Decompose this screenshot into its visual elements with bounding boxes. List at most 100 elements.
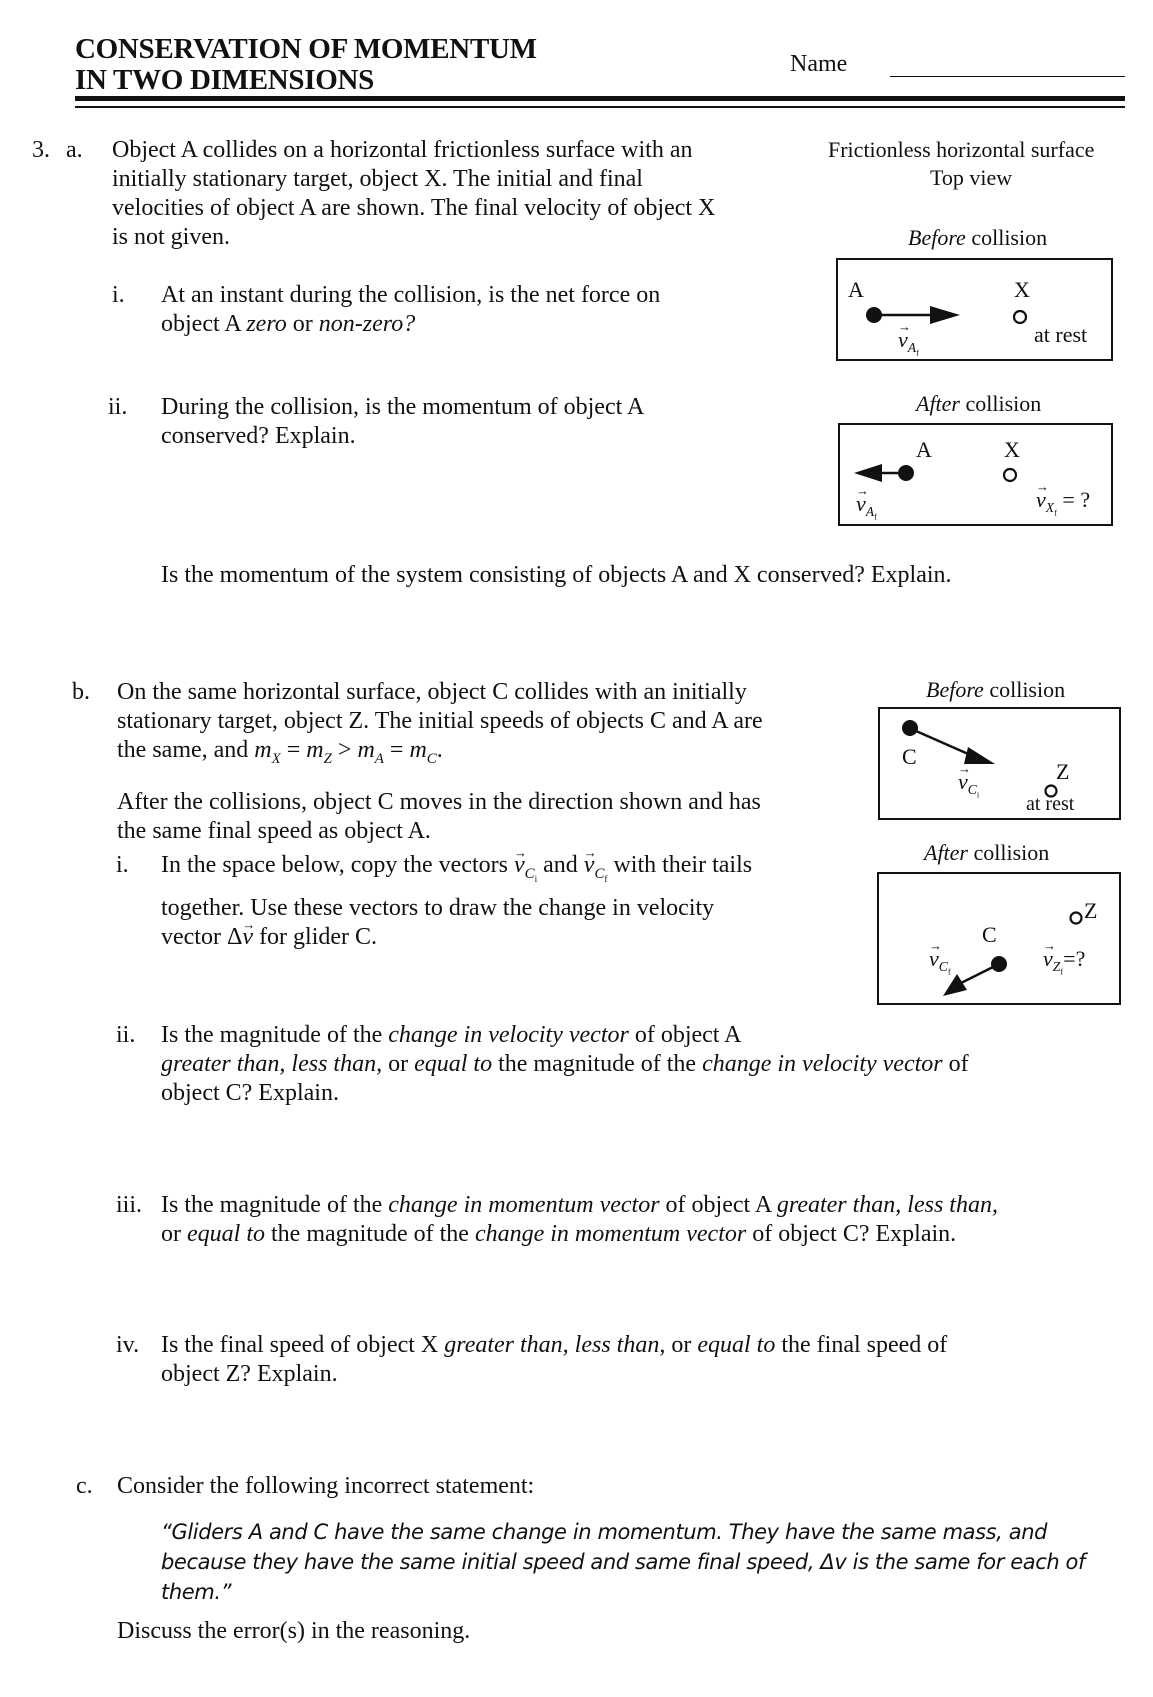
text-italic: zero [246,311,287,337]
text: > [331,737,358,763]
subscript: C [426,750,437,767]
text: vector Δ [161,923,243,950]
part-c-prompt: Discuss the error(s) in the reasoning. [117,1618,471,1644]
text-italic: equal to [414,1051,493,1077]
subscript: Z [323,750,332,767]
object-a-label: A [848,277,864,302]
quote-line: because they have the same initial speed… [161,1550,1086,1574]
velocity-label-c-initial: vCi [958,756,979,808]
text-italic: non-zero? [318,311,416,337]
after-collision-label-b: After collision [924,840,1049,866]
text: collision [983,677,1066,702]
subscript: C [967,782,977,798]
object-c-label: C [902,744,917,769]
question-b-iv-label: iv. [116,1332,140,1358]
part-c-intro: Consider the following incorrect stateme… [117,1473,535,1499]
mass-symbol: m [357,737,375,763]
worksheet-title-line1: CONSERVATION OF MOMENTUM [75,33,537,65]
name-field-line[interactable] [890,76,1125,77]
subscript: C [594,865,605,882]
text-italic: greater than, less than, [444,1332,666,1358]
object-x-circle [1012,309,1028,325]
velocity-arrow-head [930,306,960,324]
question-b-i-label: i. [116,852,129,878]
text: with their tails [607,852,753,878]
part-b-line: stationary target, object Z. The initial… [117,708,763,734]
part-b-line-mass: the same, and mX = mZ > mA = mC. [117,737,443,767]
text: or [382,1051,415,1077]
mass-symbol: m [254,737,272,763]
text: and [537,852,584,878]
velocity-arrow-shaft [958,965,994,986]
vector-symbol: v [958,756,971,795]
before-collision-diagram-b: C Z vCi at rest [878,707,1121,820]
question-a-i-label: i. [112,282,125,308]
at-rest-label: at rest [1026,793,1075,815]
part-b-line: On the same horizontal surface, object C… [117,679,747,705]
after-b-graphics [943,911,1083,996]
problem-number: 3. [32,137,50,163]
vector-symbol: v [929,933,942,972]
part-a-text: Object A collides on a horizontal fricti… [112,136,715,252]
question-a-ii-line1: During the collision, is the momentum of… [161,394,645,420]
before-collision-label-a: Before collision [908,225,1047,251]
question-a-i: At an instant during the collision, is t… [161,281,660,339]
velocity-label-x-final: vXf = ? [1036,474,1091,526]
mass-symbol: m [409,737,427,763]
velocity-label-a-final: vAf [856,478,877,530]
text: of object A [628,1022,742,1048]
question-b-iii-line1: Is the magnitude of the change in moment… [161,1191,998,1220]
question-b-iv-line2: object Z? Explain. [161,1361,338,1387]
part-c-label: c. [76,1473,93,1499]
part-a-text-line: initially stationary target, object X. T… [112,166,643,192]
question-b-i: In the space below, copy the vectors vCi… [161,838,753,952]
worksheet-title-line2: IN TWO DIMENSIONS [75,64,374,96]
text: the magnitude of the [265,1221,475,1247]
object-z-label: Z [1084,898,1098,923]
question-a-ii-line2: conserved? Explain. [161,423,356,449]
question-b-iii: Is the magnitude of the change in moment… [161,1191,998,1249]
velocity-label-z-final: vZf=? [1043,933,1085,985]
before-collision-label-b: Before collision [926,677,1065,703]
mass-symbol: m [306,737,324,763]
question-a-ii: During the collision, is the momentum of… [161,393,644,451]
object-x-label: X [1014,277,1030,302]
after-collision-label-a: After collision [916,391,1041,417]
diagram-heading-top-view: Top view [930,165,1013,190]
text: collision [960,391,1042,416]
header-rule-thin [75,106,1125,108]
text: of object C? Explain. [746,1221,957,1247]
text: of object A [659,1192,777,1218]
text-italic: After [924,840,968,865]
header-rule-thick [75,96,1125,101]
quote-line: them.” [161,1580,232,1604]
vector-symbol: v [856,478,869,517]
before-collision-diagram-a: A X vAf at rest [836,258,1113,361]
object-a-label: A [916,437,932,462]
text: for glider C. [253,923,378,950]
subscript: C [524,865,535,882]
text: = [383,737,410,763]
subscript: X [271,750,281,767]
question-a-i-line1: At an instant during the collision, is t… [161,282,661,308]
text-italic: change in momentum vector [388,1192,660,1218]
text: = [280,737,307,763]
text-italic: greater than, less than, [161,1051,383,1077]
vector-symbol: v [514,838,527,880]
object-z-label: Z [1056,759,1070,784]
after-a-graphics [854,464,1018,483]
text: = ? [1056,487,1091,512]
object-x-circle [1002,467,1018,483]
question-a-ii-label: ii. [108,394,128,420]
question-b-iv-line1: Is the final speed of object X greater t… [161,1331,947,1360]
name-label: Name [790,51,848,77]
text-italic: change in velocity vector [702,1051,943,1077]
text-italic: After [916,391,960,416]
question-a-system: Is the momentum of the system consisting… [161,562,952,588]
question-b-ii-line3: object C? Explain. [161,1080,339,1106]
object-c-label: C [982,922,997,947]
object-z-circle [1069,911,1083,925]
incorrect-statement-quote: “Gliders A and C have the same change in… [161,1517,1085,1607]
text: collision [968,840,1050,865]
question-b-ii-label: ii. [116,1022,136,1048]
